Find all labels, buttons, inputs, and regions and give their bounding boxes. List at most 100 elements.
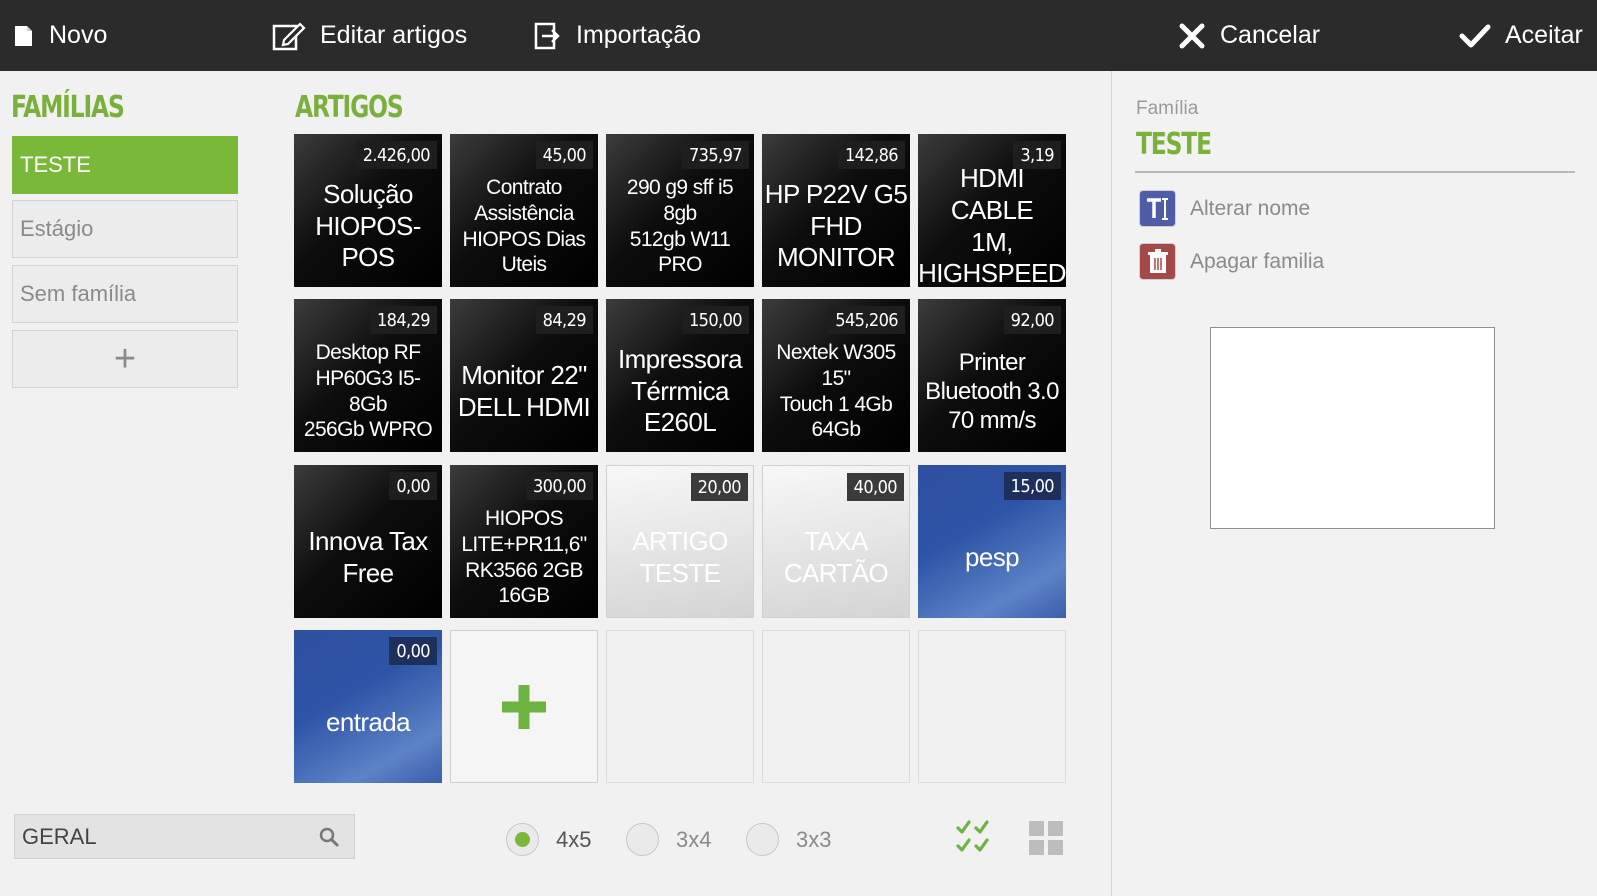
empty-slot[interactable]	[918, 630, 1066, 783]
search-input[interactable]	[22, 823, 302, 850]
article-tile[interactable]: 545,206 Nextek W305 15" Touch 1 4Gb 64Gb	[762, 299, 910, 452]
article-name-line: HIOPOS-POS	[315, 210, 421, 273]
family-item-estagio[interactable]: Estágio	[12, 200, 238, 258]
layout-label-3x3: 3x3	[796, 826, 832, 852]
article-name-line: 70 mm/s	[948, 407, 1036, 435]
article-name: Impressora Térrmica E260L	[606, 335, 754, 448]
article-tile[interactable]: 150,00 Impressora Térrmica E260L	[606, 299, 754, 452]
article-name: entrada	[294, 666, 442, 779]
family-image-box[interactable]	[1210, 327, 1495, 529]
article-tile[interactable]: 2.426,00 Solução HIOPOS-POS	[294, 134, 442, 287]
radio-empty-icon	[626, 823, 659, 856]
article-name-line: Innova Tax	[308, 525, 428, 556]
article-name-line: Printer	[958, 348, 1026, 376]
rename-family-button[interactable]: Alterar nome	[1139, 190, 1310, 227]
novo-button[interactable]: Novo	[13, 0, 107, 71]
article-tile[interactable]: 84,29 Monitor 22" DELL HDMI	[450, 299, 598, 452]
article-tile[interactable]: 142,86 HP P22V G5 FHD MONITOR	[762, 134, 910, 287]
article-name: pesp	[918, 501, 1066, 614]
article-price: 545,206	[828, 306, 905, 334]
add-family-button[interactable]: +	[12, 330, 238, 388]
layout-radio-3x3[interactable]: 3x3	[746, 823, 831, 856]
layout-label-3x4: 3x4	[676, 826, 712, 852]
article-tile[interactable]: 92,00 Printer Bluetooth 3.0 70 mm/s	[918, 299, 1066, 452]
article-name-line: Uteis	[501, 253, 547, 277]
article-name: HDMI CABLE 1M, HIGHSPEED	[918, 163, 1066, 287]
family-item-sem-familia[interactable]: Sem família	[12, 265, 238, 323]
article-price: 184,29	[369, 306, 437, 334]
article-name-line: HIGHSPEED	[918, 258, 1066, 287]
article-name: Contrato Assistência HIOPOS Dias Uteis	[450, 170, 598, 283]
article-tile[interactable]: 20,00 ARTIGO TESTE	[606, 465, 754, 618]
plus-icon	[502, 684, 546, 729]
article-tile[interactable]: 45,00 Contrato Assistência HIOPOS Dias Uteis	[450, 134, 598, 287]
article-name-line: TAXA CARTÃO	[783, 525, 889, 588]
plus-icon: +	[113, 337, 137, 380]
aceitar-button[interactable]: Aceitar	[1459, 0, 1583, 71]
article-name-line: HIOPOS	[484, 507, 564, 531]
article-name-line: HDMI CABLE	[950, 163, 1034, 225]
article-price: 0,00	[389, 637, 437, 665]
layout-label-4x5: 4x5	[556, 826, 592, 852]
article-tile[interactable]: 0,00 Innova Tax Free	[294, 465, 442, 618]
article-name: Monitor 22" DELL HDMI	[450, 335, 598, 448]
article-name-line: E260L	[643, 407, 717, 438]
article-name-line: Touch 1 4Gb	[779, 392, 893, 416]
article-name-line: 16GB	[498, 584, 550, 608]
toolbar: Novo Editar artigos Importação Cancelar …	[0, 0, 1597, 71]
article-price: 45,00	[535, 141, 593, 169]
article-name: TAXA CARTÃO	[763, 502, 909, 613]
grid-view-icon[interactable]	[1029, 821, 1063, 855]
add-article-button[interactable]	[450, 630, 598, 783]
rename-icon	[1139, 190, 1176, 227]
delete-label: Apagar familia	[1190, 249, 1325, 273]
article-price: 142,86	[837, 141, 905, 169]
family-name-title: TESTE	[1136, 127, 1212, 162]
article-name: Nextek W305 15" Touch 1 4Gb 64Gb	[762, 335, 910, 448]
article-tile[interactable]: 15,00 pesp	[918, 465, 1066, 618]
novo-label: Novo	[49, 21, 108, 49]
search-box	[14, 814, 355, 859]
article-name-line: Bluetooth 3.0	[925, 377, 1059, 405]
article-tile[interactable]: 300,00 HIOPOS LITE+PR11,6" RK3566 2GB 16GB	[450, 465, 598, 618]
article-name-line: DELL HDMI	[457, 391, 591, 422]
article-name: ARTIGO TESTE	[607, 502, 753, 613]
article-tile[interactable]: 40,00 TAXA CARTÃO	[762, 465, 910, 618]
article-name: Innova Tax Free	[294, 501, 442, 614]
article-tile[interactable]: 3,19 HDMI CABLE 1M, HIGHSPEED	[918, 134, 1066, 287]
article-tile[interactable]: 0,00 entrada	[294, 630, 442, 783]
importacao-button[interactable]: Importação	[534, 0, 701, 71]
delete-family-button[interactable]: Apagar familia	[1139, 243, 1324, 280]
radio-selected-icon	[506, 823, 539, 856]
article-name-line: Nextek W305 15"	[776, 341, 896, 390]
article-tile[interactable]: 735,97 290 g9 sff i5 8gb 512gb W11 PRO	[606, 134, 754, 287]
article-name-line: pesp	[965, 541, 1020, 572]
familias-title: FAMÍLIAS	[11, 90, 125, 125]
article-name-line: HP60G3 I5- 8Gb	[315, 366, 421, 416]
layout-radio-3x4[interactable]: 3x4	[626, 823, 711, 856]
rename-label: Alterar nome	[1190, 196, 1311, 220]
article-price: 735,97	[681, 141, 749, 169]
cancelar-button[interactable]: Cancelar	[1178, 0, 1320, 71]
edit-icon	[272, 21, 306, 50]
search-icon[interactable]	[318, 826, 340, 848]
family-item-teste[interactable]: TESTE	[12, 136, 238, 194]
article-price: 15,00	[1003, 472, 1061, 500]
divider	[1135, 171, 1575, 173]
article-name-line: 256Gb WPRO	[303, 418, 433, 442]
layout-radio-4x5[interactable]: 4x5	[506, 823, 591, 856]
article-name-line: ARTIGO TESTE	[632, 525, 728, 588]
radio-empty-icon	[746, 823, 779, 856]
article-name-line: 290 g9 sff i5 8gb	[626, 176, 734, 225]
empty-slot[interactable]	[762, 630, 910, 783]
article-name-line: Assistência	[474, 201, 574, 225]
empty-slot[interactable]	[606, 630, 754, 783]
family-label: Família	[1136, 98, 1199, 119]
editar-artigos-button[interactable]: Editar artigos	[272, 0, 467, 71]
aceitar-label: Aceitar	[1505, 21, 1583, 49]
article-tile[interactable]: 184,29 Desktop RF HP60G3 I5- 8Gb 256Gb WPRO	[294, 299, 442, 452]
trash-icon	[1139, 243, 1176, 280]
article-name: Desktop RF HP60G3 I5- 8Gb 256Gb WPRO	[294, 335, 442, 448]
select-all-icon[interactable]	[956, 819, 992, 855]
article-price: 20,00	[690, 473, 748, 501]
